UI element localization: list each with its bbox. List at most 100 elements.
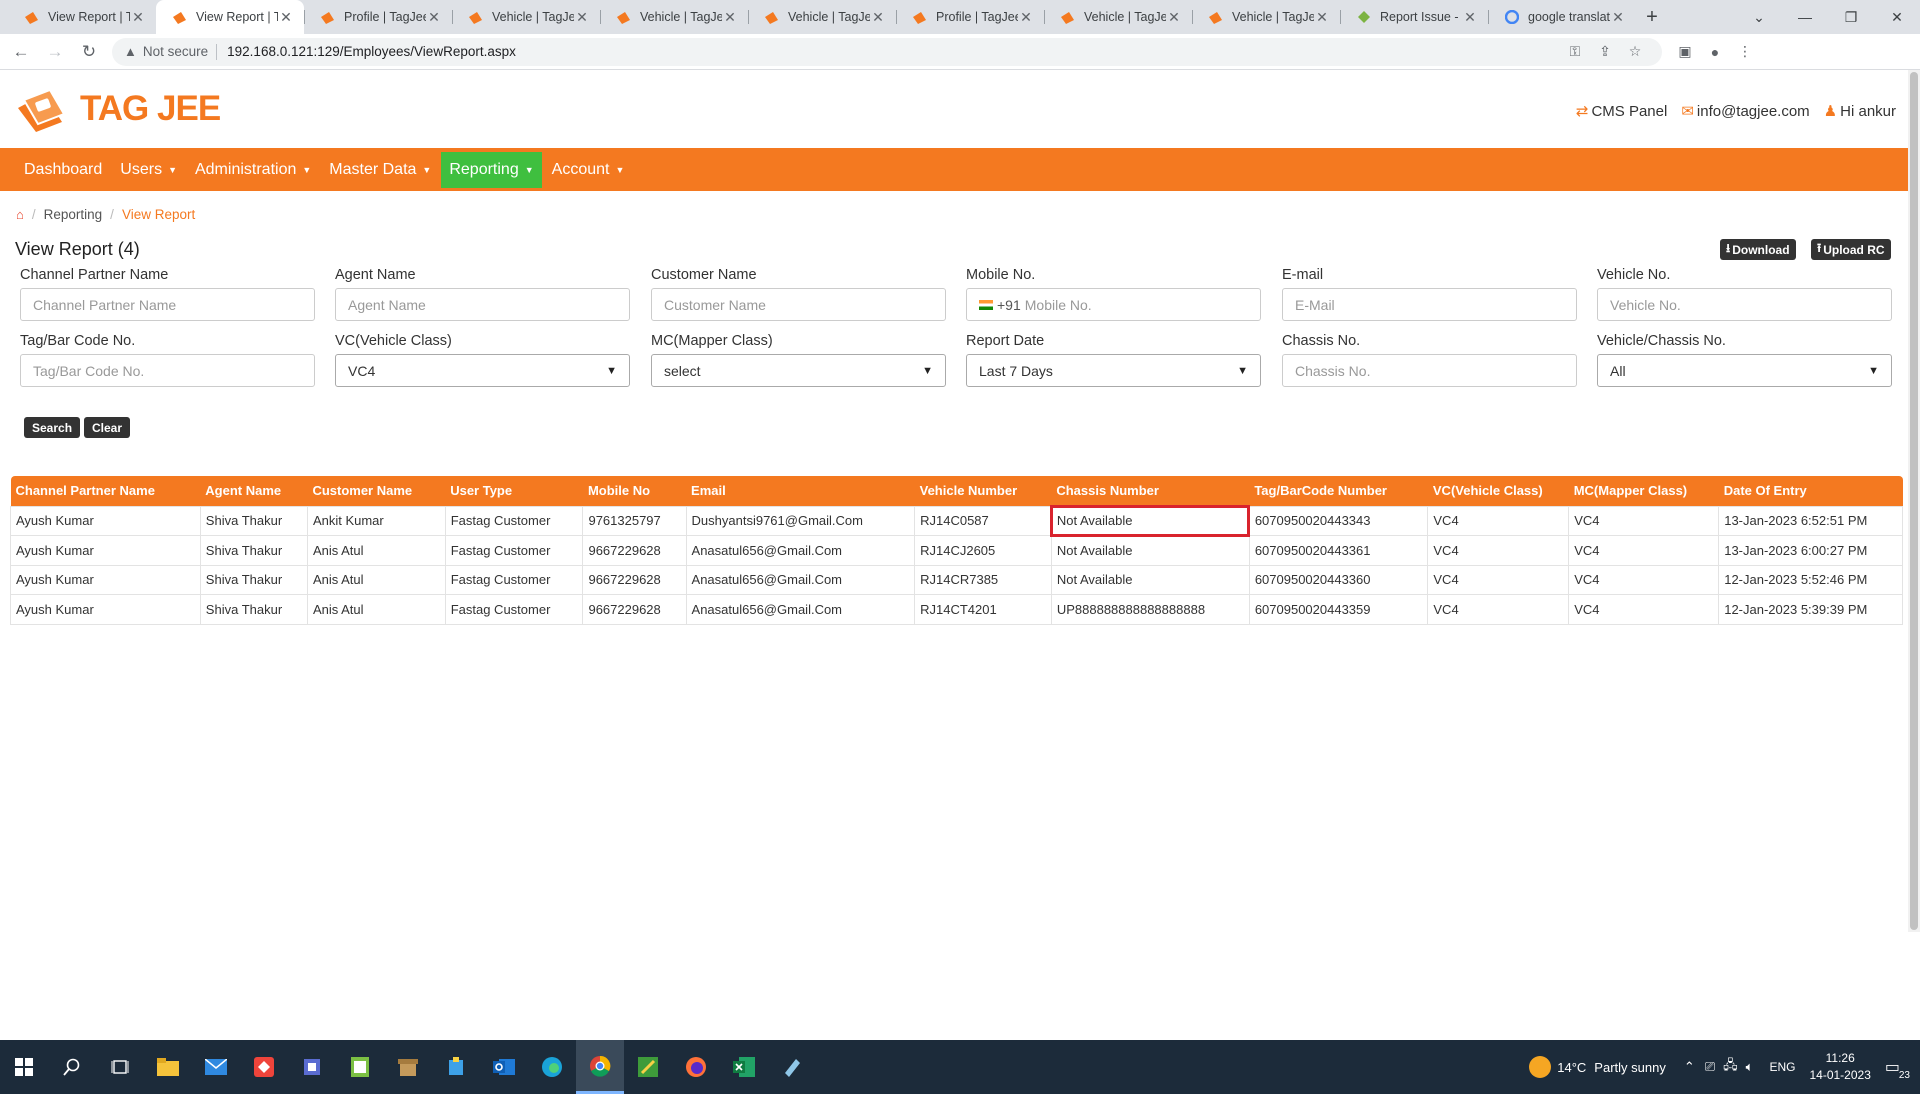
tray-chevron-icon[interactable]: ⌃ bbox=[1684, 1059, 1695, 1075]
network-icon[interactable]: 🖧 bbox=[1723, 1056, 1738, 1078]
notepad-icon[interactable] bbox=[336, 1040, 384, 1094]
close-tab-icon[interactable]: ✕ bbox=[426, 9, 442, 26]
weather-text[interactable]: Partly sunny bbox=[1594, 1060, 1666, 1075]
report-date-select[interactable]: Last 7 Days ▼ bbox=[966, 354, 1261, 387]
column-header[interactable]: Channel Partner Name bbox=[11, 476, 201, 506]
nav-reporting[interactable]: Reporting ▼ bbox=[441, 151, 542, 188]
column-header[interactable]: Date Of Entry bbox=[1719, 476, 1903, 506]
scrollbar-thumb[interactable] bbox=[1910, 72, 1918, 930]
close-tab-icon[interactable]: ✕ bbox=[574, 9, 590, 26]
clock[interactable]: 11:26 14-01-2023 bbox=[1809, 1050, 1870, 1084]
task-view-icon[interactable] bbox=[96, 1040, 144, 1094]
cms-panel-link[interactable]: ⇄ CMS Panel bbox=[1576, 102, 1667, 120]
weather-temp[interactable]: 14°C bbox=[1557, 1060, 1586, 1075]
column-header[interactable]: User Type bbox=[445, 476, 583, 506]
tagjee-logo[interactable]: TAG JEE bbox=[14, 86, 221, 132]
close-tab-icon[interactable]: ✕ bbox=[278, 9, 294, 26]
upload-rc-button[interactable]: ⭱ Upload RC bbox=[1811, 239, 1891, 260]
nav-master-data[interactable]: Master Data ▼ bbox=[321, 152, 439, 188]
nav-users[interactable]: Users ▼ bbox=[112, 152, 185, 188]
share-icon[interactable]: ⇪ bbox=[1590, 43, 1620, 60]
minimize-icon[interactable]: — bbox=[1782, 0, 1828, 34]
search-icon[interactable] bbox=[48, 1040, 96, 1094]
nav-account[interactable]: Account ▼ bbox=[544, 152, 633, 188]
mc-select[interactable]: select ▼ bbox=[651, 354, 946, 387]
vc-select[interactable]: VC4 ▼ bbox=[335, 354, 630, 387]
close-tab-icon[interactable]: ✕ bbox=[1462, 9, 1478, 26]
clear-button[interactable]: Clear bbox=[84, 417, 131, 438]
tab-search-icon[interactable]: ⌄ bbox=[1736, 0, 1782, 34]
nav-dashboard[interactable]: Dashboard bbox=[16, 152, 110, 188]
email-input[interactable]: E-Mail bbox=[1282, 288, 1577, 321]
search-button[interactable]: Search bbox=[24, 417, 81, 438]
close-tab-icon[interactable]: ✕ bbox=[722, 9, 738, 26]
column-header[interactable]: Vehicle Number bbox=[915, 476, 1052, 506]
address-bar[interactable]: ▲ Not secure 192.168.0.121:129/Employees… bbox=[112, 37, 1662, 66]
vpn-app-icon[interactable] bbox=[288, 1040, 336, 1094]
mobile-input[interactable]: +91 Mobile No. bbox=[966, 288, 1261, 321]
close-tab-icon[interactable]: ✕ bbox=[1314, 9, 1330, 26]
excel-icon[interactable] bbox=[720, 1040, 768, 1094]
notifications-icon[interactable]: ▭ 23 bbox=[1885, 1057, 1910, 1081]
agent-input[interactable]: Agent Name bbox=[335, 288, 630, 321]
close-tab-icon[interactable]: ✕ bbox=[1018, 9, 1034, 26]
browser-tab[interactable]: Vehicle | TagJee ✕ bbox=[748, 0, 896, 34]
close-tab-icon[interactable]: ✕ bbox=[1610, 9, 1626, 26]
windows-start-icon[interactable] bbox=[0, 1040, 48, 1094]
column-header[interactable]: Tag/BarCode Number bbox=[1249, 476, 1428, 506]
key-icon[interactable]: ⚿ bbox=[1560, 43, 1590, 60]
chrome-icon[interactable] bbox=[576, 1040, 624, 1094]
language-indicator[interactable]: ENG bbox=[1769, 1060, 1795, 1074]
anydesk-icon[interactable] bbox=[240, 1040, 288, 1094]
browser-tab[interactable]: View Report | Ta ✕ bbox=[8, 0, 156, 34]
close-tab-icon[interactable]: ✕ bbox=[1166, 9, 1182, 26]
back-icon[interactable]: ← bbox=[8, 39, 34, 65]
volume-icon[interactable]: 🔈︎ bbox=[1746, 1059, 1754, 1075]
customer-input[interactable]: Customer Name bbox=[651, 288, 946, 321]
column-header[interactable]: Email bbox=[686, 476, 915, 506]
notepad-plus-icon[interactable] bbox=[768, 1040, 816, 1094]
package-icon[interactable] bbox=[384, 1040, 432, 1094]
browser-tab[interactable]: Vehicle | TagJee ✕ bbox=[1044, 0, 1192, 34]
side-panel-icon[interactable]: ▣ bbox=[1670, 43, 1700, 60]
column-header[interactable]: VC(Vehicle Class) bbox=[1428, 476, 1569, 506]
browser-tab[interactable]: Report Issue - M✕ bbox=[1340, 0, 1488, 34]
tray-app-icon[interactable]: ⎚ bbox=[1705, 1059, 1715, 1075]
snipping-tool-icon[interactable] bbox=[624, 1040, 672, 1094]
email-link[interactable]: ✉ info@tagjee.com bbox=[1681, 102, 1809, 120]
close-window-icon[interactable]: ✕ bbox=[1874, 0, 1920, 34]
browser-tab[interactable]: View Report | Ta ✕ bbox=[156, 0, 304, 34]
channel-partner-input[interactable]: Channel Partner Name bbox=[20, 288, 315, 321]
column-header[interactable]: Chassis Number bbox=[1051, 476, 1249, 506]
weather-icon[interactable] bbox=[1529, 1056, 1552, 1078]
chassis-input[interactable]: Chassis No. bbox=[1282, 354, 1577, 387]
home-icon[interactable]: ⌂ bbox=[16, 207, 24, 222]
reload-icon[interactable]: ↻ bbox=[76, 39, 102, 65]
edge-icon[interactable] bbox=[528, 1040, 576, 1094]
nav-administration[interactable]: Administration ▼ bbox=[187, 152, 319, 188]
vehicle-no-input[interactable]: Vehicle No. bbox=[1597, 288, 1892, 321]
browser-tab[interactable]: google translate ✕ bbox=[1488, 0, 1636, 34]
firefox-icon[interactable] bbox=[672, 1040, 720, 1094]
browser-tab[interactable]: Profile | TagJee ✕ bbox=[896, 0, 1044, 34]
tag-input[interactable]: Tag/Bar Code No. bbox=[20, 354, 315, 387]
browser-tab[interactable]: Profile | TagJee ✕ bbox=[304, 0, 452, 34]
close-tab-icon[interactable]: ✕ bbox=[130, 9, 146, 26]
column-header[interactable]: Mobile No bbox=[583, 476, 686, 506]
browser-tab[interactable]: Vehicle | TagJee ✕ bbox=[1192, 0, 1340, 34]
page-scrollbar[interactable] bbox=[1908, 70, 1920, 932]
new-tab-button[interactable]: + bbox=[1636, 0, 1668, 34]
menu-kebab-icon[interactable]: ⋮ bbox=[1730, 43, 1760, 60]
column-header[interactable]: Customer Name bbox=[307, 476, 445, 506]
close-tab-icon[interactable]: ✕ bbox=[870, 9, 886, 26]
restore-icon[interactable]: ❐ bbox=[1828, 0, 1874, 34]
column-header[interactable]: Agent Name bbox=[200, 476, 307, 506]
vehicle-chassis-select[interactable]: All ▼ bbox=[1597, 354, 1892, 387]
mail-icon[interactable] bbox=[192, 1040, 240, 1094]
file-explorer-icon[interactable] bbox=[144, 1040, 192, 1094]
outlook-icon[interactable] bbox=[480, 1040, 528, 1094]
bookmark-star-icon[interactable]: ☆ bbox=[1620, 43, 1650, 60]
breadcrumb-reporting[interactable]: Reporting bbox=[44, 207, 103, 222]
user-greeting[interactable]: ♟ Hi ankur bbox=[1824, 102, 1896, 120]
store-app-icon[interactable] bbox=[432, 1040, 480, 1094]
